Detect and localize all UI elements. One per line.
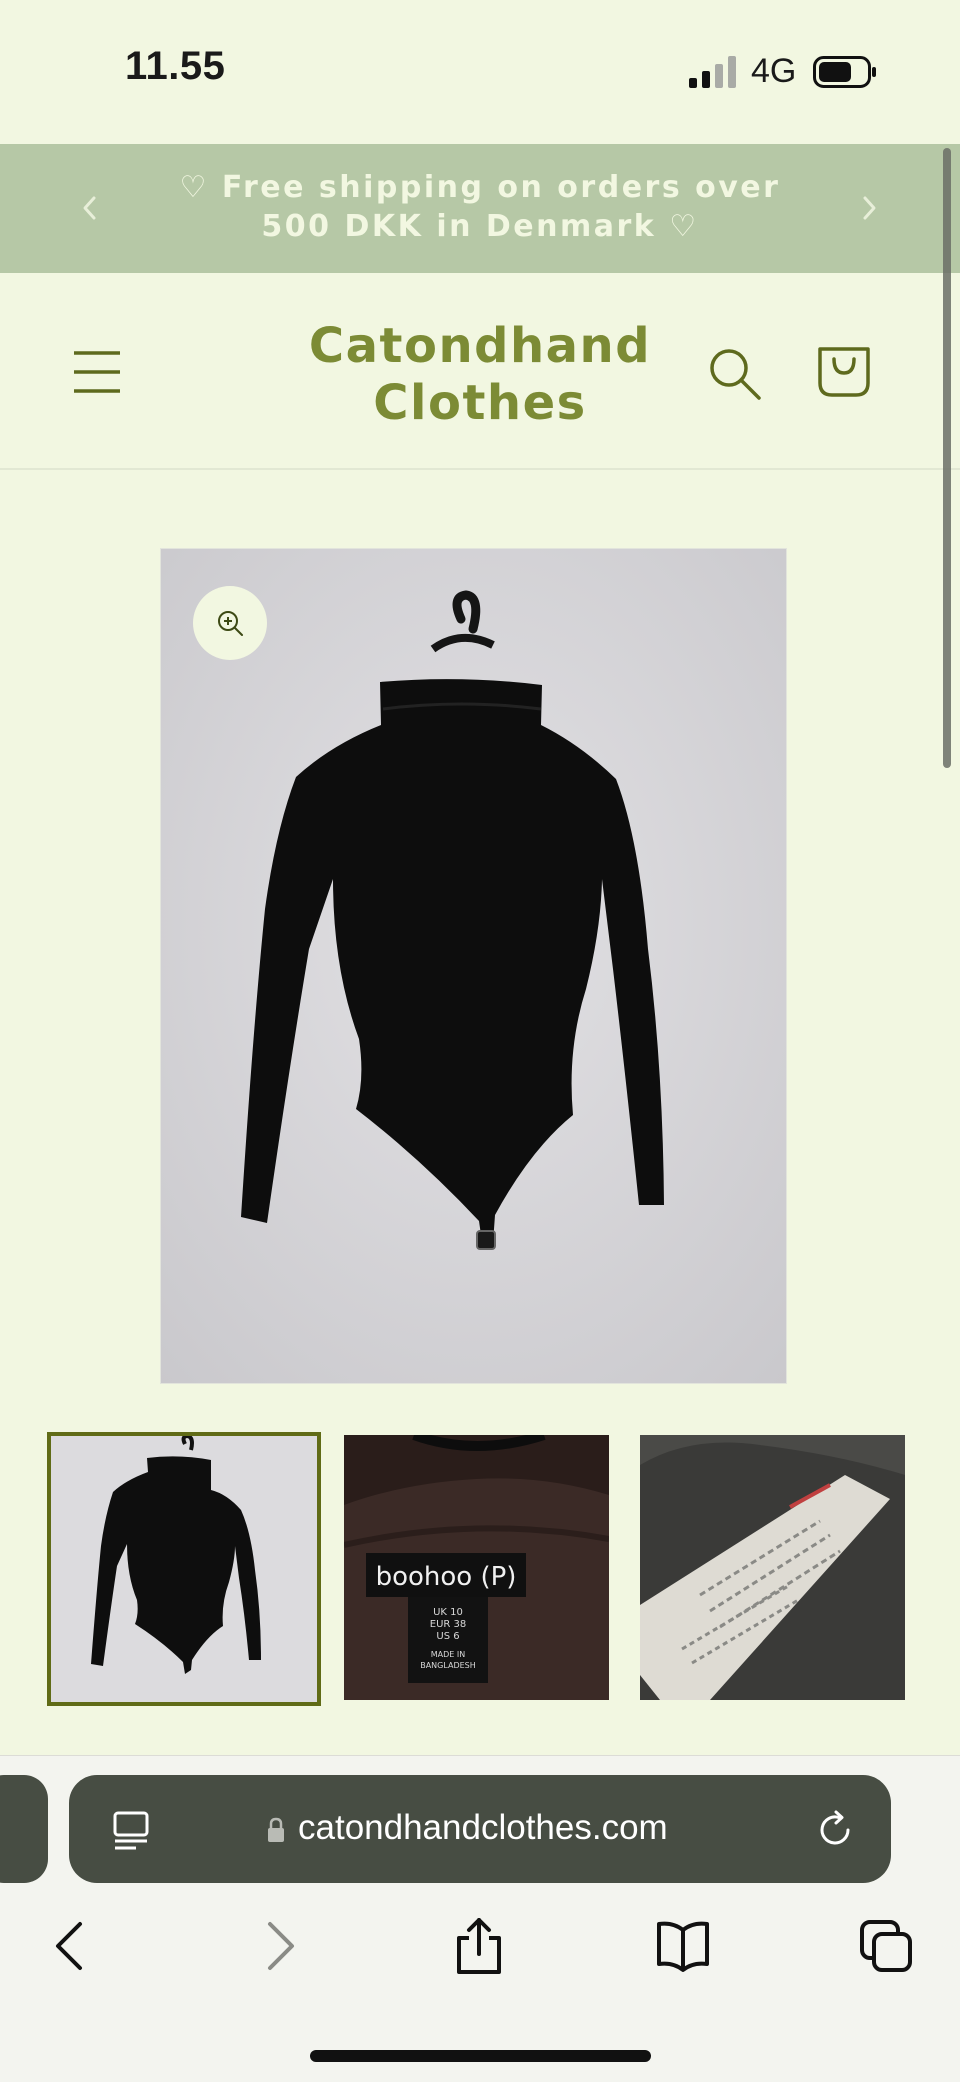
home-indicator[interactable] (310, 2050, 651, 2062)
search-icon[interactable] (708, 347, 762, 401)
status-time: 11.55 (125, 44, 226, 88)
battery-icon (813, 56, 876, 88)
store-logo-line1: Catondhand (308, 318, 652, 374)
site-header: Catondhand Clothes (0, 273, 960, 470)
thumbnail-label-photo: boohoo (P) UK 10 EUR 38 US 6 MADE IN BAN… (344, 1435, 609, 1700)
back-arrow-icon[interactable] (44, 1918, 100, 1974)
status-bar: 11.55 4G (0, 0, 960, 144)
share-icon[interactable] (451, 1918, 507, 1974)
forward-arrow-icon[interactable] (250, 1918, 306, 1974)
browser-bottom-bar: catondhandclothes.com (0, 1755, 960, 2082)
network-type: 4G (751, 52, 797, 90)
address-bar[interactable]: catondhandclothes.com (69, 1775, 891, 1883)
reader-mode-icon[interactable] (110, 1809, 152, 1851)
previous-tab-preview[interactable] (0, 1775, 48, 1883)
announcement-bar: ♡ Free shipping on orders over 500 DKK i… (0, 144, 960, 273)
announcement-text: ♡ Free shipping on orders over 500 DKK i… (179, 170, 781, 244)
store-logo-line2: Clothes (373, 375, 587, 431)
thumbnail-2[interactable]: boohoo (P) UK 10 EUR 38 US 6 MADE IN BAN… (344, 1435, 609, 1700)
thumbnail-care-label-photo (640, 1435, 905, 1700)
bookmarks-book-icon[interactable] (655, 1918, 711, 1974)
thumbnail-bodysuit-photo (51, 1436, 317, 1702)
store-logo[interactable]: Catondhand Clothes (290, 318, 670, 432)
label-country: BANGLADESH (420, 1661, 476, 1670)
lock-icon (268, 1817, 284, 1842)
url-text: catondhandclothes.com (298, 1808, 668, 1847)
announcement-next-arrow-icon[interactable] (855, 188, 885, 228)
tabs-icon[interactable] (858, 1918, 914, 1974)
thumbnail-1[interactable] (47, 1432, 321, 1706)
cart-bag-icon[interactable] (816, 343, 872, 399)
label-size-eur: EUR 38 (430, 1619, 467, 1630)
label-size-us: US 6 (436, 1631, 459, 1642)
zoom-in-icon (218, 611, 243, 636)
thumbnail-3[interactable] (640, 1435, 905, 1700)
cellular-signal-icon (689, 56, 736, 88)
page-scrollbar[interactable] (943, 148, 951, 768)
label-size-uk: UK 10 (433, 1607, 463, 1618)
announcement-prev-arrow-icon[interactable] (74, 188, 104, 228)
zoom-button[interactable] (193, 586, 267, 660)
label-made-in: MADE IN (431, 1650, 465, 1659)
label-brand-text: boohoo (P) (376, 1562, 517, 1592)
hamburger-menu-icon[interactable] (72, 349, 122, 395)
product-main-image[interactable] (160, 548, 787, 1384)
reload-icon[interactable] (815, 1809, 857, 1851)
bodysuit-photo (161, 549, 786, 1383)
